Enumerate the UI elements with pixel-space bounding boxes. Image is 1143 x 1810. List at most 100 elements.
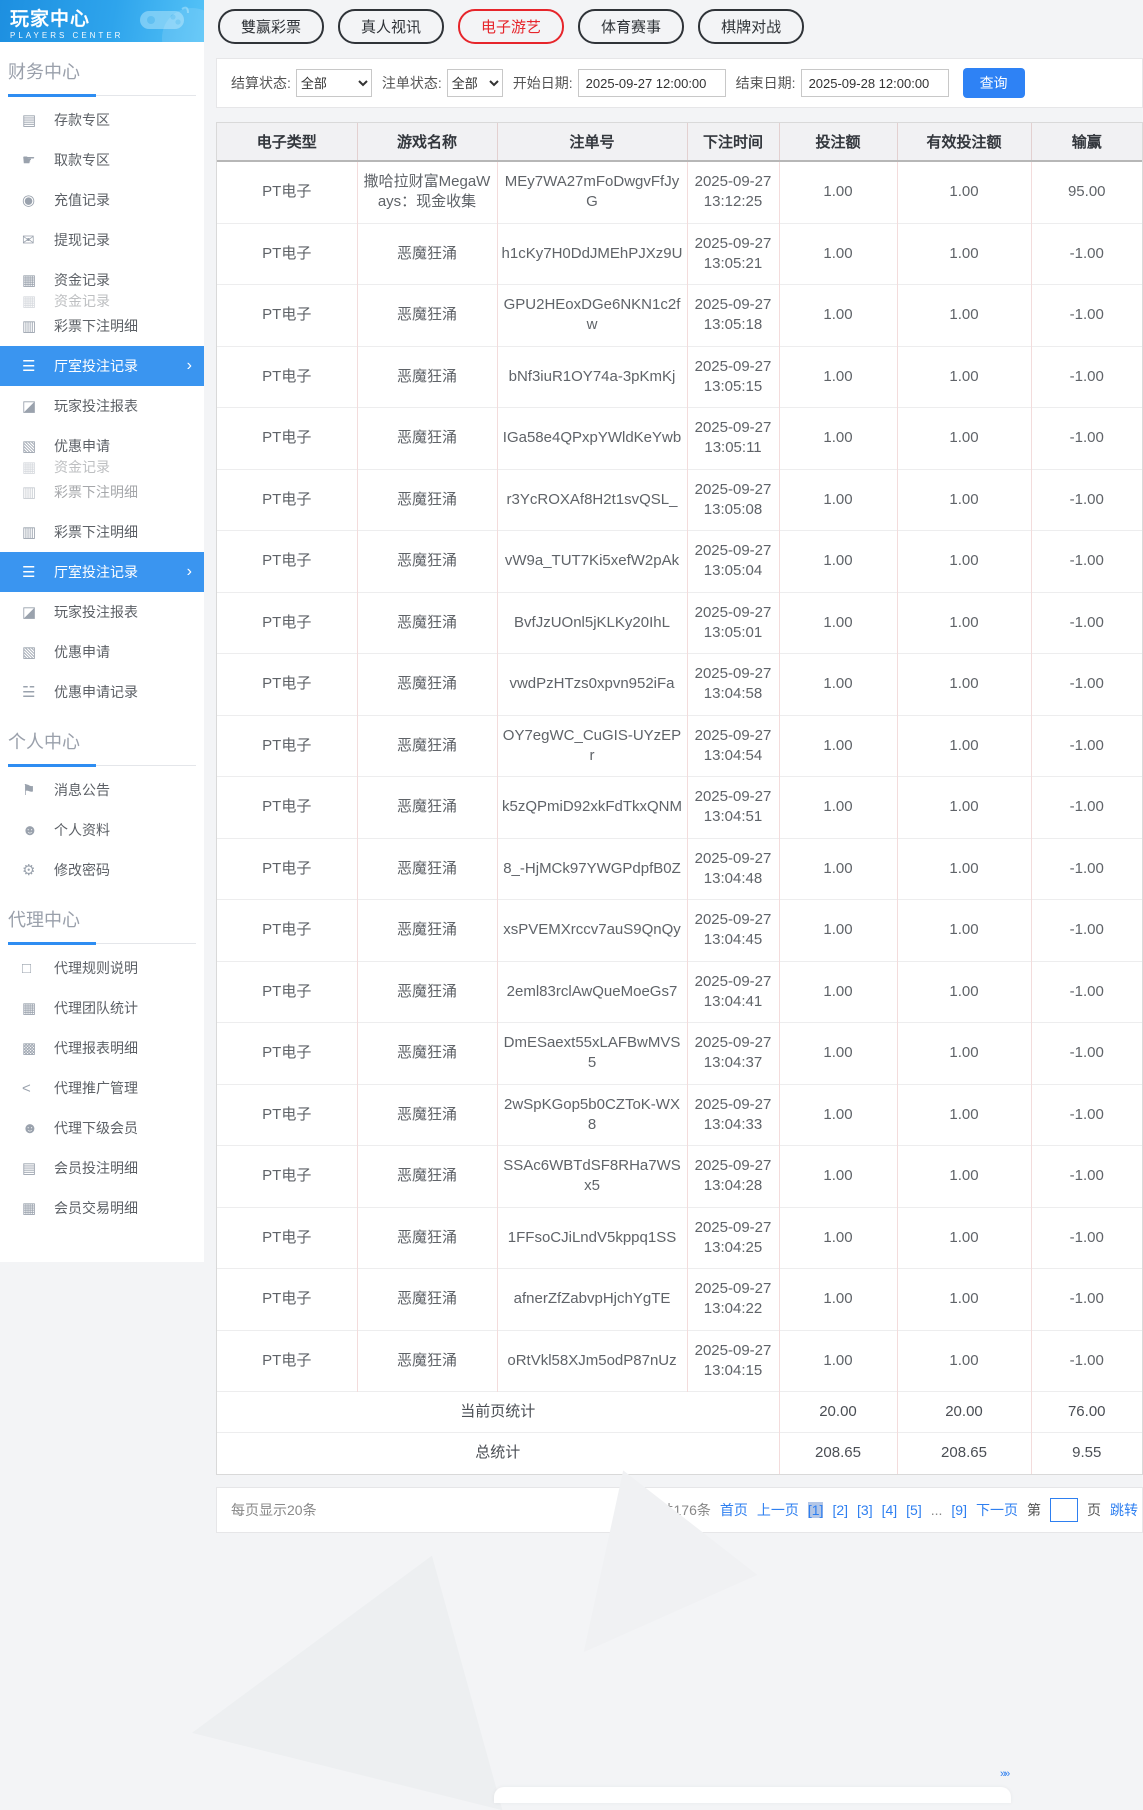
sidebar-item-withdrawal-records[interactable]: ✉提现记录 — [0, 220, 204, 260]
sidebar-item-messages[interactable]: ⚑消息公告 — [0, 770, 204, 810]
column-header: 注单号 — [497, 123, 687, 161]
jump-page-input[interactable] — [1050, 1498, 1078, 1522]
sidebar-item-withdraw-zone[interactable]: ☛取款专区 — [0, 140, 204, 180]
members-icon: ☻ — [22, 1120, 54, 1137]
table-body: PT电子撒哈拉财富MegaWays：现金收集MEy7WA27mFoDwgvFfJ… — [217, 161, 1142, 1474]
sidebar-item-hall-bet-records[interactable]: ☰厅室投注记录› — [0, 346, 204, 386]
page-link-2[interactable]: [2] — [832, 1502, 848, 1518]
end-date-input[interactable] — [801, 69, 949, 97]
sidebar-item-lottery-bet-detail[interactable]: ▥彩票下注明细 — [0, 306, 204, 346]
cell-type: PT电子 — [217, 961, 357, 1023]
next-page-link[interactable]: 下一页 — [976, 1500, 1018, 1520]
sidebar-item-label: 厅室投注记录 — [54, 356, 138, 376]
cell-type: PT电子 — [217, 161, 357, 223]
cell-winloss: -1.00 — [1031, 592, 1142, 654]
cell-bet-amount: 1.00 — [779, 1269, 897, 1331]
sidebar-item-recharge-records[interactable]: ◉充值记录 — [0, 180, 204, 220]
settle-status-select[interactable]: 全部 — [296, 69, 372, 97]
tab-lottery[interactable]: 雙赢彩票 — [218, 9, 324, 44]
cell-bet-amount: 1.00 — [779, 531, 897, 593]
cell-type: PT电子 — [217, 223, 357, 285]
gear-icon: ⚙ — [22, 861, 54, 879]
cell-type: PT电子 — [217, 777, 357, 839]
brand-header: 玩家中心 PLAYERS CENTER — [0, 0, 204, 42]
sidebar-item-member-bet-detail[interactable]: ▤会员投注明细 — [0, 1148, 204, 1188]
sidebar-item-lottery-bet-detail-faded[interactable]: ▥彩票下注明细 — [0, 472, 204, 512]
cell-valid-amount: 1.00 — [897, 1023, 1031, 1085]
query-button[interactable]: 查询 — [963, 68, 1025, 98]
cell-bet-id: k5zQPmiD92xkFdTkxQNM — [497, 777, 687, 839]
tab-live[interactable]: 真人视讯 — [338, 9, 444, 44]
cell-game: 恶魔狂涌 — [357, 1330, 497, 1392]
sidebar-item-label: 玩家投注报表 — [54, 396, 138, 416]
card-icon: ▤ — [22, 111, 54, 129]
sidebar-item-promo-apply-records[interactable]: ☱优惠申请记录 — [0, 672, 204, 712]
cell-time: 2025-09-27 13:04:33 — [687, 1084, 779, 1146]
cell-type: PT电子 — [217, 1146, 357, 1208]
cell-type: PT电子 — [217, 346, 357, 408]
column-header: 有效投注额 — [897, 123, 1031, 161]
table-row: PT电子恶魔狂涌oRtVkl58XJm5odP87nUz2025-09-27 1… — [217, 1330, 1142, 1392]
tab-sports[interactable]: 体育赛事 — [578, 9, 684, 44]
page-link-3[interactable]: [3] — [857, 1502, 873, 1518]
bottom-floating-bar[interactable] — [494, 1787, 1011, 1803]
sidebar-item-change-password[interactable]: ⚙修改密码 — [0, 850, 204, 890]
cell-game: 恶魔狂涌 — [357, 285, 497, 347]
sidebar-item-label: 充值记录 — [54, 190, 110, 210]
cell-winloss: -1.00 — [1031, 1084, 1142, 1146]
cell-game: 恶魔狂涌 — [357, 961, 497, 1023]
sidebar-item-member-trade-detail[interactable]: ▦会员交易明细 — [0, 1188, 204, 1228]
jump-suffix-label: 页 — [1087, 1500, 1101, 1520]
page-link-4[interactable]: [4] — [882, 1502, 898, 1518]
table-row: PT电子恶魔狂涌8_-HjMCk97YWGPdpfB0Z2025-09-27 1… — [217, 838, 1142, 900]
sidebar-item-lottery-bet-detail2[interactable]: ▥彩票下注明细 — [0, 512, 204, 552]
sidebar-item-label: 取款专区 — [54, 150, 110, 170]
cell-game: 恶魔狂涌 — [357, 531, 497, 593]
cell-valid-amount: 1.00 — [897, 777, 1031, 839]
lottery-detail-icon: ▥ — [22, 523, 54, 541]
tab-boardgame[interactable]: 棋牌对战 — [698, 9, 804, 44]
sidebar-item-fund-records-ghost[interactable]: ▦资金记录 — [0, 293, 204, 308]
page-number-list: [1][2][3][4][5]...[9] — [808, 1502, 967, 1518]
cell-winloss: -1.00 — [1031, 531, 1142, 593]
member-bets-icon: ▤ — [22, 1159, 54, 1177]
sidebar-item-promo-apply2[interactable]: ▧优惠申请 — [0, 632, 204, 672]
cell-time: 2025-09-27 13:04:58 — [687, 654, 779, 716]
sidebar-section-heading: 代理中心 — [8, 906, 196, 944]
prev-page-link[interactable]: 上一页 — [757, 1500, 799, 1520]
sidebar-item-agent-report-detail[interactable]: ▩代理报表明细 — [0, 1028, 204, 1068]
page-link-5[interactable]: [5] — [906, 1502, 922, 1518]
table-row: PT电子恶魔狂涌BvfJzUOnl5jKLKy20IhL2025-09-27 1… — [217, 592, 1142, 654]
jump-button[interactable]: 跳转 — [1110, 1500, 1138, 1520]
start-date-input[interactable] — [578, 69, 726, 97]
sidebar-item-player-bet-report2[interactable]: ◪玩家投注报表 — [0, 592, 204, 632]
page-link-9[interactable]: [9] — [951, 1502, 967, 1518]
cell-valid-amount: 1.00 — [897, 1084, 1031, 1146]
chart-icon: ◪ — [22, 397, 54, 415]
sidebar-item-label: 彩票下注明细 — [54, 482, 138, 502]
cell-winloss: -1.00 — [1031, 223, 1142, 285]
cell-type: PT电子 — [217, 900, 357, 962]
sidebar-item-label: 代理规则说明 — [54, 958, 138, 978]
cell-valid-amount: 1.00 — [897, 285, 1031, 347]
sidebar-item-hall-bet-records2[interactable]: ☰厅室投注记录› — [0, 552, 204, 592]
table-row: PT电子恶魔狂涌vwdPzHTzs0xpvn952iFa2025-09-27 1… — [217, 654, 1142, 716]
sidebar-item-agent-sub-members[interactable]: ☻代理下级会员 — [0, 1108, 204, 1148]
page-link-1[interactable]: [1] — [808, 1502, 824, 1518]
summary-valid-amount: 20.00 — [897, 1392, 1031, 1433]
tab-egames[interactable]: 电子游艺 — [458, 9, 564, 44]
summary-label: 当前页统计 — [217, 1392, 779, 1433]
sidebar-item-deposit-zone[interactable]: ▤存款专区 — [0, 100, 204, 140]
cell-time: 2025-09-27 13:04:15 — [687, 1330, 779, 1392]
filter-bar: 结算状态: 全部 注单状态: 全部 开始日期: 结束日期: 查询 — [216, 58, 1143, 108]
sidebar-item-agent-promotion[interactable]: <代理推广管理 — [0, 1068, 204, 1108]
order-status-select[interactable]: 全部 — [447, 69, 503, 97]
floating-widget-icon[interactable]: »» — [1000, 1768, 1008, 1780]
sidebar-item-label: 优惠申请记录 — [54, 682, 138, 702]
table-row: PT电子恶魔狂涌SSAc6WBTdSF8RHa7WSx52025-09-27 1… — [217, 1146, 1142, 1208]
sidebar-item-player-bet-report[interactable]: ◪玩家投注报表 — [0, 386, 204, 426]
sidebar-item-profile[interactable]: ☻个人资料 — [0, 810, 204, 850]
table-row: PT电子恶魔狂涌xsPVEMXrccv7auS9QnQy2025-09-27 1… — [217, 900, 1142, 962]
sidebar-item-agent-rules[interactable]: □代理规则说明 — [0, 948, 204, 988]
sidebar-item-agent-team-stats[interactable]: ▦代理团队统计 — [0, 988, 204, 1028]
